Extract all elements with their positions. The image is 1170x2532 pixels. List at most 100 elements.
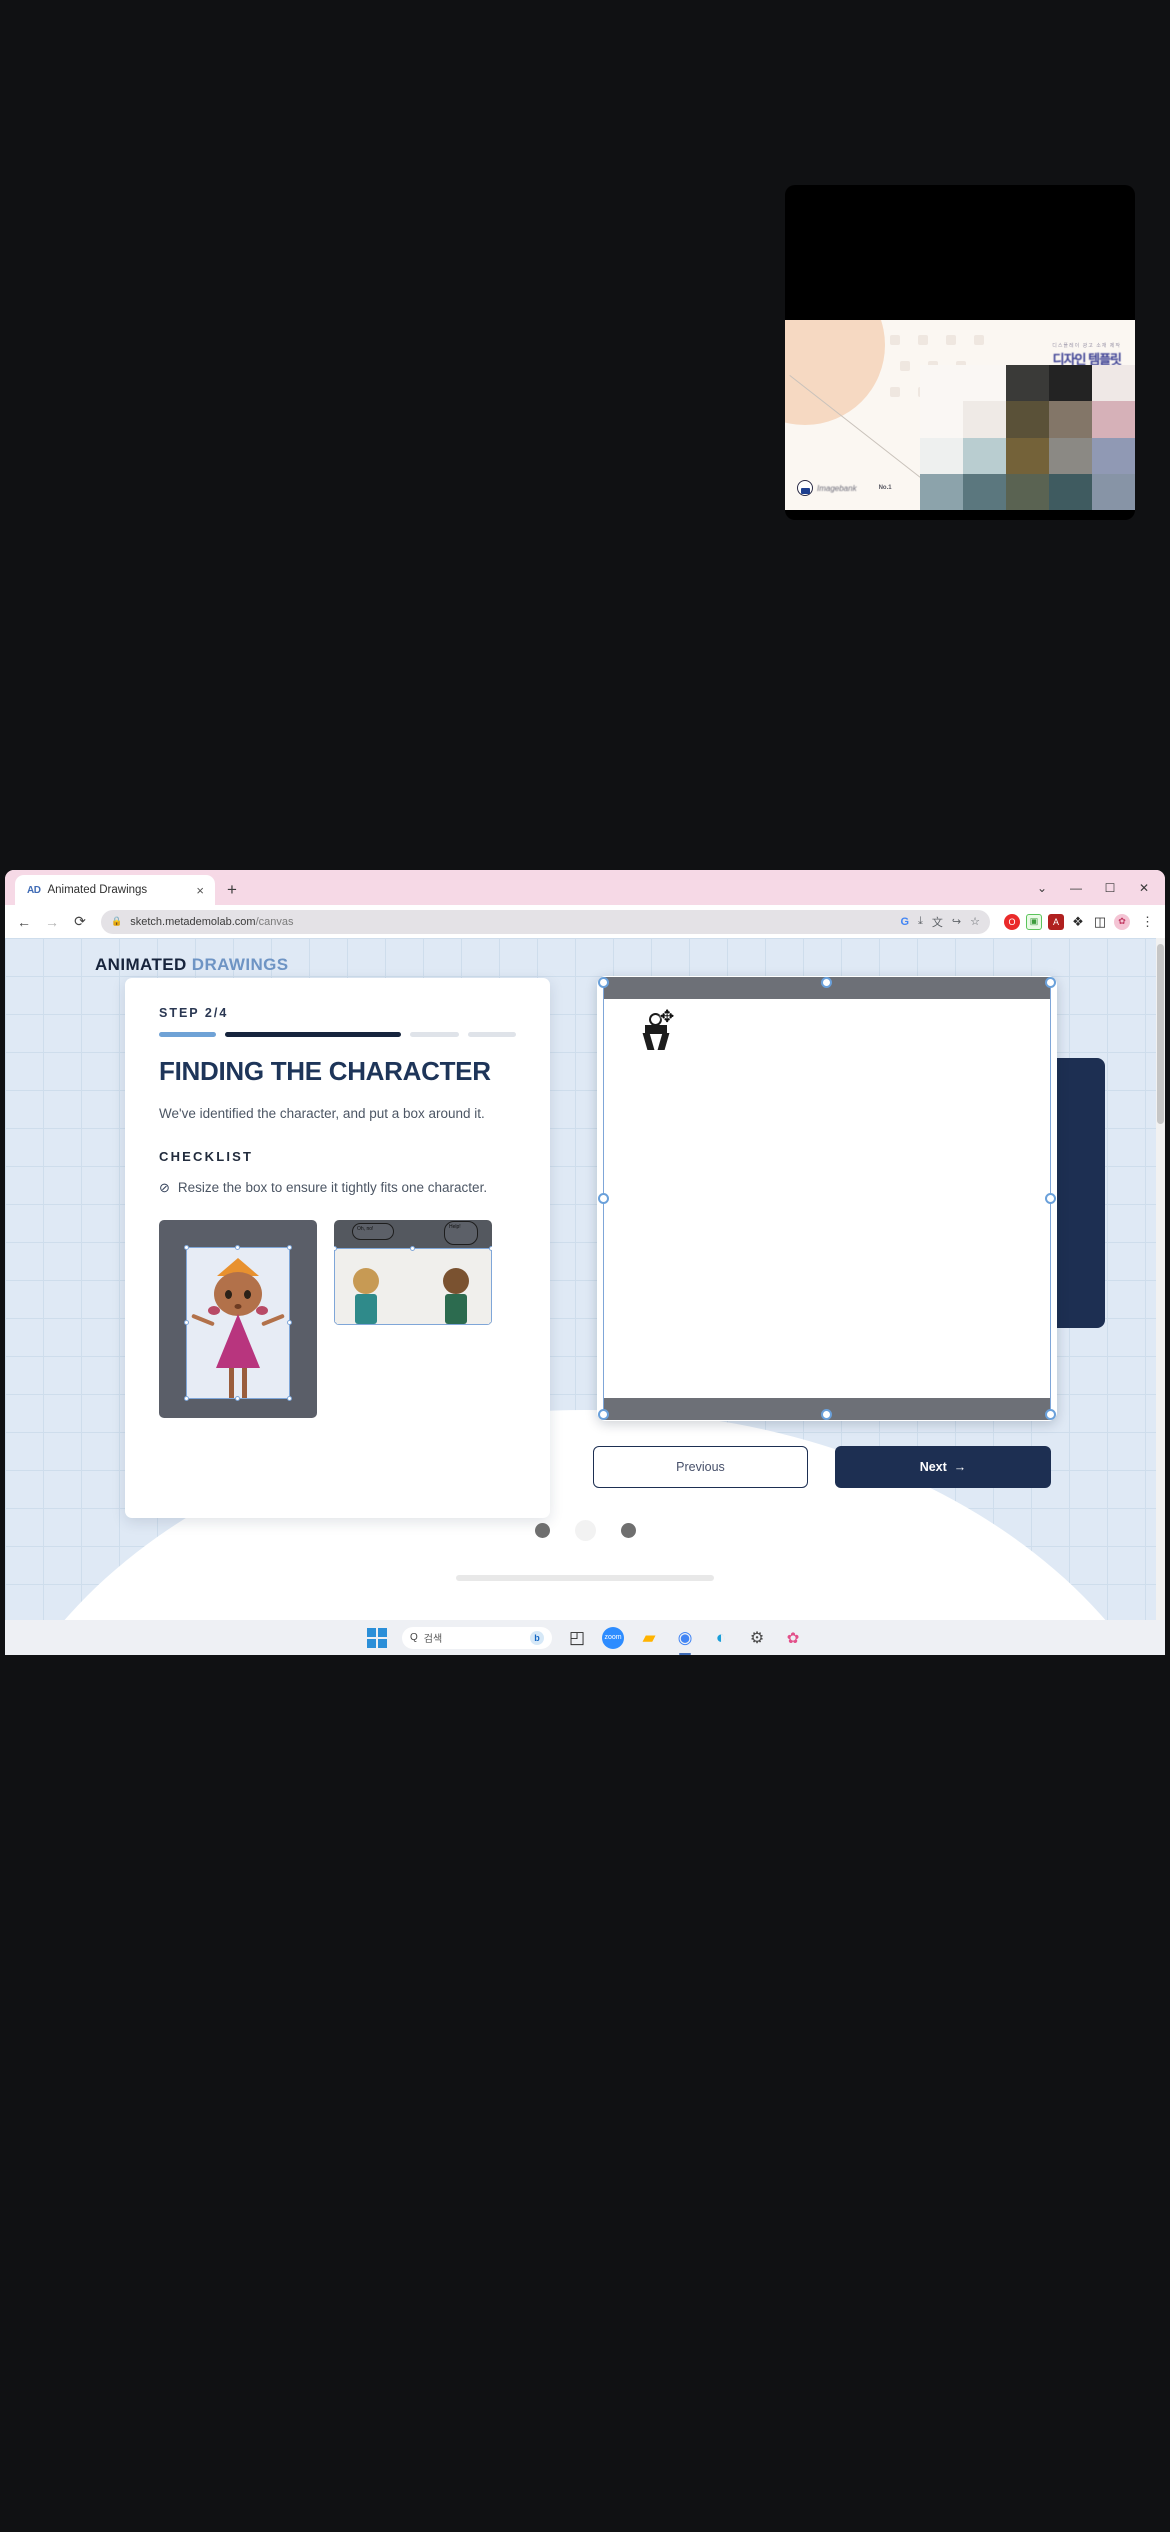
previous-button[interactable]: Previous: [593, 1446, 808, 1488]
example-thumbnails: Oh, no! Help!: [159, 1220, 516, 1419]
resize-handle-bottom-left[interactable]: [598, 1409, 609, 1420]
opera-extension-icon[interactable]: O: [1004, 913, 1020, 930]
browser-menu-icon[interactable]: ⋮: [1136, 914, 1159, 930]
progress-segment-todo-2: [467, 1032, 516, 1037]
preview-logo: Imagebank No.1: [797, 480, 892, 496]
close-window-button[interactable]: ✕: [1127, 870, 1161, 905]
zoom-icon[interactable]: zoom: [602, 1626, 624, 1649]
browser-tab-animated-drawings[interactable]: AD Animated Drawings ×: [15, 875, 215, 905]
side-panel-icon[interactable]: ◫: [1092, 914, 1108, 930]
profile-avatar-icon[interactable]: ✿: [1114, 913, 1130, 930]
checklist-heading: CHECKLIST: [159, 1149, 254, 1165]
edge-icon[interactable]: ◐: [710, 1627, 732, 1649]
media-preview-card[interactable]: 디스플레이 광고 소재 제작 디자인 템플릿 Imagebank No.1: [785, 185, 1135, 520]
thumbnail-selection-frame: [184, 1245, 292, 1402]
preview-image: 디스플레이 광고 소재 제작 디자인 템플릿 Imagebank No.1: [785, 320, 1135, 510]
home-button[interactable]: [574, 1520, 596, 1541]
step-instruction-card: STEP 2/4 FINDING THE CHARACTER We've ide…: [125, 978, 550, 1518]
page-scrollbar[interactable]: [1156, 938, 1165, 1620]
resize-handle-top-right[interactable]: [1045, 977, 1056, 988]
window-controls: ⌄ — ☐ ✕: [1025, 870, 1161, 905]
character-leg-right: [242, 1368, 247, 1399]
progress-segment-done: [159, 1032, 216, 1037]
address-bar[interactable]: 🔒 sketch.metademolab.com/canvas G ⤓ 文 ↪ …: [101, 909, 990, 934]
logo-wordmark: Imagebank: [817, 483, 857, 493]
browser-toolbar: ← → ⟳ 🔒 sketch.metademolab.com/canvas G …: [5, 905, 1165, 938]
bing-icon[interactable]: b: [530, 1630, 544, 1645]
logo-tagline: No.1: [878, 485, 892, 491]
settings-gear-icon[interactable]: ⚙: [746, 1627, 768, 1649]
reload-button[interactable]: ⟳: [67, 909, 93, 935]
brand-part-drawings: DRAWINGS: [191, 955, 289, 974]
google-search-icon[interactable]: G: [900, 916, 909, 928]
tab-close-icon[interactable]: ×: [193, 884, 207, 897]
search-icon: Q: [410, 1632, 418, 1643]
maximize-button[interactable]: ☐: [1093, 870, 1127, 905]
install-app-icon[interactable]: ⤓: [918, 915, 923, 928]
resize-handle-top-left[interactable]: [598, 977, 609, 988]
url-text: sketch.metademolab.com/canvas: [130, 916, 293, 928]
speech-bubble-right: Help!: [444, 1221, 478, 1246]
taskbar-search-box[interactable]: Q 검색 b: [402, 1626, 552, 1649]
bookmark-star-icon[interactable]: ☆: [970, 915, 980, 928]
character-arm-right: [261, 1313, 285, 1327]
url-host: sketch.metademolab.com: [130, 915, 256, 928]
omnibox-actions: G ⤓ 文 ↪ ☆: [900, 914, 980, 930]
web-page-content: ANIMATED DRAWINGS STEP 2/4 FINDING THE C…: [5, 938, 1165, 1620]
chrome-glyph: ◉: [677, 1627, 693, 1647]
two-characters-photo: [334, 1246, 492, 1326]
checklist-item[interactable]: ⊘ Resize the box to ensure it tightly fi…: [159, 1178, 499, 1198]
next-button[interactable]: Next →: [835, 1446, 1051, 1488]
resize-handle-bottom-right[interactable]: [1045, 1409, 1056, 1420]
tab-favicon-icon: AD: [27, 884, 41, 896]
logo-mark-icon: [797, 480, 813, 496]
checklist: ⊘ Resize the box to ensure it tightly fi…: [159, 1178, 516, 1198]
character-face: [208, 1272, 268, 1317]
translate-icon[interactable]: 文: [932, 914, 943, 930]
adobe-acrobat-extension-icon[interactable]: A: [1048, 913, 1064, 930]
recents-button[interactable]: [534, 1523, 550, 1538]
next-button-label: Next: [919, 1460, 947, 1474]
wizard-navigation: Previous Next →: [593, 1446, 1051, 1488]
chrome-icon[interactable]: ◉: [674, 1627, 696, 1655]
resize-handle-middle-left[interactable]: [598, 1192, 609, 1204]
back-button[interactable]: [620, 1523, 636, 1538]
url-path: /canvas: [255, 915, 294, 928]
character-left: [353, 1268, 379, 1325]
windows-taskbar: Q 검색 b ◰ zoom ▰ ◉ ◐ ⚙ ✿: [5, 1620, 1165, 1655]
scrollbar-thumb[interactable]: [1157, 944, 1164, 1124]
puzzle-extensions-icon[interactable]: ❖: [1070, 914, 1086, 930]
task-view-icon[interactable]: ◰: [566, 1627, 588, 1649]
move-cursor-icon: ✥: [660, 1007, 675, 1026]
thumbnail-two-characters-example[interactable]: Oh, no! Help!: [334, 1220, 492, 1326]
tab-title: Animated Drawings: [47, 884, 148, 896]
browser-titlebar: AD Animated Drawings × + ⌄ — ☐ ✕: [5, 870, 1165, 905]
start-button[interactable]: [366, 1627, 388, 1649]
resize-handle-top-center[interactable]: [821, 977, 832, 988]
tab-search-icon[interactable]: ⌄: [1025, 870, 1059, 905]
character-right: [443, 1268, 469, 1325]
windows-logo-icon: [367, 1627, 387, 1648]
back-button[interactable]: ←: [11, 909, 37, 935]
checklist-item-text: Resize the box to ensure it tightly fits…: [177, 1180, 488, 1196]
resize-handle-bottom-center[interactable]: [821, 1409, 832, 1420]
share-icon[interactable]: ↪: [952, 915, 961, 928]
minimize-button[interactable]: —: [1059, 870, 1093, 905]
check-circle-icon: ⊘: [159, 1180, 170, 1196]
home-indicator-bar[interactable]: [456, 1575, 714, 1581]
paint-icon[interactable]: ✿: [782, 1627, 804, 1649]
page-title: ANIMATED DRAWINGS: [95, 955, 288, 975]
canvas-selection-box[interactable]: ✥: [598, 977, 1056, 1420]
device-navigation-bar: [0, 1520, 1170, 1541]
sketched-character-figure[interactable]: ✥: [640, 1007, 674, 1053]
character-leg-left: [229, 1368, 234, 1399]
thumbnail-princess-example[interactable]: [159, 1220, 317, 1419]
file-explorer-icon[interactable]: ▰: [638, 1627, 660, 1649]
forward-button[interactable]: →: [39, 909, 65, 935]
step-label: STEP 2/4: [159, 1006, 229, 1020]
drawing-canvas-panel[interactable]: ✥: [597, 976, 1057, 1421]
new-tab-button[interactable]: +: [227, 875, 237, 905]
chrome-browser-window: AD Animated Drawings × + ⌄ — ☐ ✕ ← → ⟳ 🔒…: [5, 870, 1165, 1620]
screen-capture-extension-icon[interactable]: ▣: [1026, 913, 1042, 930]
resize-handle-middle-right[interactable]: [1045, 1192, 1056, 1204]
